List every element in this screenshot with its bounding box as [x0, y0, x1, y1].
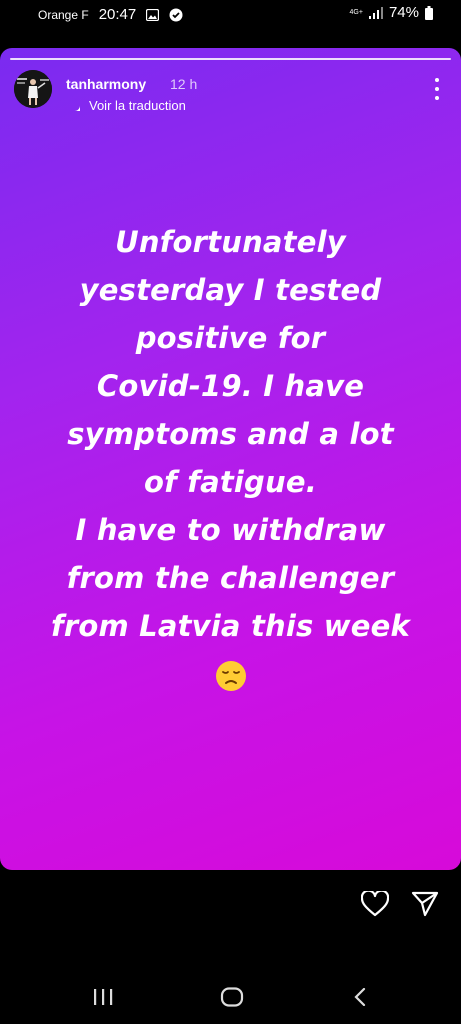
- story-timestamp: 12 h: [170, 76, 198, 92]
- translate-label: Voir la traduction: [89, 98, 186, 113]
- more-options-icon[interactable]: [431, 78, 443, 100]
- story-card[interactable]: tanharmony 12 h Voir la traduction Unfor…: [0, 48, 461, 870]
- sync-icon: [169, 8, 183, 22]
- story-text-line: symptoms and a lot: [67, 417, 394, 451]
- carrier-name: Orange F: [38, 7, 89, 22]
- share-icon[interactable]: [411, 891, 439, 917]
- story-username[interactable]: tanharmony: [66, 76, 146, 92]
- disappointed-face-emoji: [215, 658, 247, 691]
- battery-percent: 74%: [388, 4, 419, 21]
- status-time: 20:47: [98, 6, 137, 23]
- signal-icon: [368, 6, 383, 19]
- story-actions: [361, 891, 439, 917]
- avatar[interactable]: [14, 70, 52, 108]
- story-text-line: Covid-19. I have: [96, 369, 365, 403]
- story-text-line: from Latvia this week: [51, 609, 410, 643]
- story-text-line: yesterday I tested: [79, 273, 382, 307]
- gallery-icon: [146, 8, 160, 21]
- recent-apps-icon[interactable]: [92, 988, 114, 1011]
- heart-icon[interactable]: [361, 891, 389, 917]
- battery-icon: [425, 5, 433, 20]
- home-icon[interactable]: [220, 987, 244, 1012]
- status-bar: Orange F 20:47 4G+ 74%: [0, 0, 461, 28]
- back-icon[interactable]: [352, 987, 368, 1011]
- story-text-line: positive for: [135, 321, 326, 355]
- story-text-line: of fatigue.: [144, 465, 317, 499]
- network-type: 4G+: [349, 9, 363, 16]
- translate-button[interactable]: Voir la traduction: [68, 98, 186, 113]
- story-text-line: I have to withdraw: [75, 513, 386, 547]
- system-navbar: [0, 980, 461, 1016]
- translate-icon: [68, 99, 81, 112]
- story-text-line: Unfortunately: [115, 225, 346, 259]
- story-text: Unfortunately yesterday I tested positiv…: [0, 218, 461, 691]
- story-progress-bar: [10, 58, 451, 60]
- story-text-line: from the challenger: [66, 561, 395, 595]
